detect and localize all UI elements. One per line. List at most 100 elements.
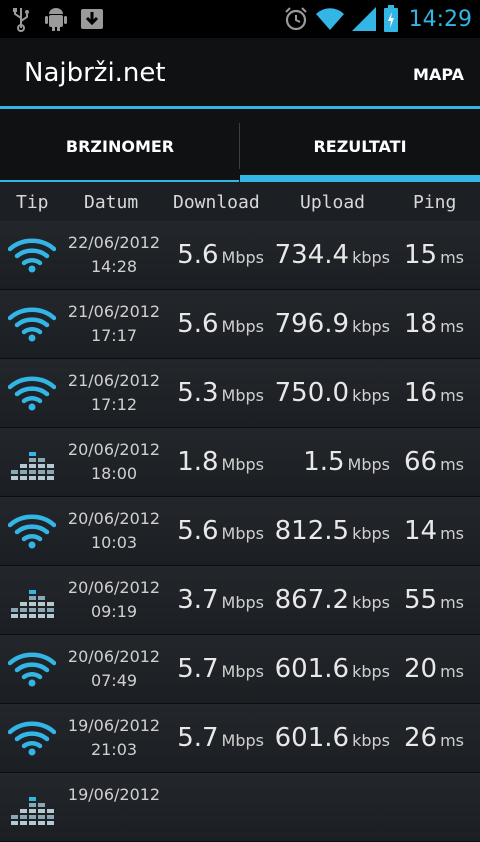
download-speed: 5.6 <box>177 516 219 546</box>
download-icon <box>81 9 103 29</box>
result-datetime: 19/06/2012 <box>62 783 166 807</box>
signal-icon <box>351 7 376 31</box>
result-date: 21/06/2012 <box>67 302 161 321</box>
download-value: 5.6 Mbps <box>177 240 264 270</box>
result-row[interactable]: 20/06/2012 18:00 1.8 Mbps 1.5 Mbps 66 ms <box>0 428 480 497</box>
ping-ms: 15 <box>403 240 438 270</box>
ping-unit: ms <box>440 317 464 336</box>
result-date: 20/06/2012 <box>67 647 161 666</box>
upload-speed: 812.5 <box>274 516 350 546</box>
result-row[interactable]: 20/06/2012 07:49 5.7 Mbps 601.6 kbps 20 ms <box>0 635 480 704</box>
upload-speed: 796.9 <box>274 309 350 339</box>
download-unit: Mbps <box>221 524 264 543</box>
result-date: 22/06/2012 <box>67 233 161 252</box>
action-bar: Najbrži.net MAPA <box>0 38 480 109</box>
ping-unit: ms <box>440 455 464 474</box>
tab-speedometer[interactable]: BRZINOMER <box>0 109 240 182</box>
ping-unit: ms <box>440 524 464 543</box>
ping-ms: 20 <box>403 654 438 684</box>
column-ping[interactable]: Ping <box>413 192 456 213</box>
upload-value: 867.2 kbps <box>275 585 390 615</box>
tab-selected-indicator <box>240 175 480 182</box>
ping-value: 66 ms <box>404 447 464 477</box>
upload-speed: 601.6 <box>274 723 350 753</box>
result-datetime: 21/06/2012 17:17 <box>62 300 166 348</box>
download-value: 5.7 Mbps <box>177 723 264 753</box>
ping-unit: ms <box>440 248 464 267</box>
results-list: 22/06/2012 14:28 5.6 Mbps 734.4 kbps 15 ms 21/06… <box>0 221 480 842</box>
column-type[interactable]: Tip <box>16 192 49 213</box>
ping-ms: 18 <box>403 309 438 339</box>
column-download[interactable]: Download <box>173 192 260 213</box>
download-unit: Mbps <box>221 317 264 336</box>
result-datetime: 20/06/2012 18:00 <box>62 438 166 486</box>
column-date[interactable]: Datum <box>84 192 138 213</box>
result-date: 21/06/2012 <box>67 371 161 390</box>
result-time: 17:12 <box>90 395 138 414</box>
upload-speed: 734.4 <box>274 240 350 270</box>
download-speed: 5.7 <box>177 654 219 684</box>
download-value: 5.7 Mbps <box>177 654 264 684</box>
download-speed: 5.7 <box>177 723 219 753</box>
upload-value <box>387 792 390 822</box>
ping-value: 20 ms <box>404 654 464 684</box>
upload-unit: kbps <box>352 662 390 681</box>
upload-value: 601.6 kbps <box>275 723 390 753</box>
wifi-icon <box>7 718 57 758</box>
download-value: 5.6 Mbps <box>177 309 264 339</box>
ping-value: 14 ms <box>404 516 464 546</box>
ping-value: 55 ms <box>404 585 464 615</box>
result-date: 19/06/2012 <box>67 716 161 735</box>
result-date: 19/06/2012 <box>67 785 161 804</box>
mobile-data-icon <box>8 580 56 620</box>
tab-bar: BRZINOMER REZULTATI <box>0 109 480 182</box>
result-row[interactable]: 21/06/2012 17:12 5.3 Mbps 750.0 kbps 16 ms <box>0 359 480 428</box>
download-unit: Mbps <box>221 593 264 612</box>
ping-unit: ms <box>440 731 464 750</box>
download-speed: 3.7 <box>177 585 219 615</box>
tab-results[interactable]: REZULTATI <box>240 109 480 182</box>
result-date: 20/06/2012 <box>67 578 161 597</box>
app-title: Najbrži.net <box>24 58 166 88</box>
result-date: 20/06/2012 <box>67 440 161 459</box>
download-value <box>261 792 264 822</box>
result-row[interactable]: 21/06/2012 17:17 5.6 Mbps 796.9 kbps 18 ms <box>0 290 480 359</box>
result-date: 20/06/2012 <box>67 509 161 528</box>
upload-value: 796.9 kbps <box>275 309 390 339</box>
upload-unit: kbps <box>352 386 390 405</box>
status-bar: 14:29 <box>0 0 480 38</box>
tab-label: REZULTATI <box>313 137 407 156</box>
usb-icon <box>13 8 29 32</box>
result-datetime: 20/06/2012 10:03 <box>62 507 166 555</box>
result-datetime: 21/06/2012 17:12 <box>62 369 166 417</box>
ping-value: 16 ms <box>404 378 464 408</box>
result-row[interactable]: 20/06/2012 10:03 5.6 Mbps 812.5 kbps 14 ms <box>0 497 480 566</box>
result-time: 07:49 <box>90 671 138 690</box>
download-speed: 5.6 <box>177 240 219 270</box>
map-button[interactable]: MAPA <box>413 65 464 84</box>
result-time: 18:00 <box>90 464 138 483</box>
wifi-icon <box>7 373 57 413</box>
ping-ms: 55 <box>403 585 438 615</box>
result-row[interactable]: 19/06/2012 21:03 5.7 Mbps 601.6 kbps 26 ms <box>0 704 480 773</box>
alarm-icon <box>284 7 307 31</box>
ping-value <box>461 792 464 822</box>
tab-underline <box>0 180 239 182</box>
wifi-icon <box>7 649 57 689</box>
result-time: 21:03 <box>90 740 138 759</box>
result-row[interactable]: 20/06/2012 09:19 3.7 Mbps 867.2 kbps 55 ms <box>0 566 480 635</box>
result-datetime: 20/06/2012 09:19 <box>62 576 166 624</box>
tab-label: BRZINOMER <box>65 137 175 156</box>
download-speed: 1.8 <box>177 447 219 477</box>
result-time: 09:19 <box>90 602 138 621</box>
download-unit: Mbps <box>221 662 264 681</box>
result-time: 10:03 <box>90 533 138 552</box>
system-icons: 14:29 <box>283 5 472 33</box>
result-row[interactable]: 19/06/2012 <box>0 773 480 842</box>
download-value: 5.6 Mbps <box>177 516 264 546</box>
ping-value: 15 ms <box>404 240 464 270</box>
result-row[interactable]: 22/06/2012 14:28 5.6 Mbps 734.4 kbps 15 ms <box>0 221 480 290</box>
android-icon <box>45 8 67 31</box>
upload-unit: kbps <box>352 593 390 612</box>
column-upload[interactable]: Upload <box>300 192 365 213</box>
